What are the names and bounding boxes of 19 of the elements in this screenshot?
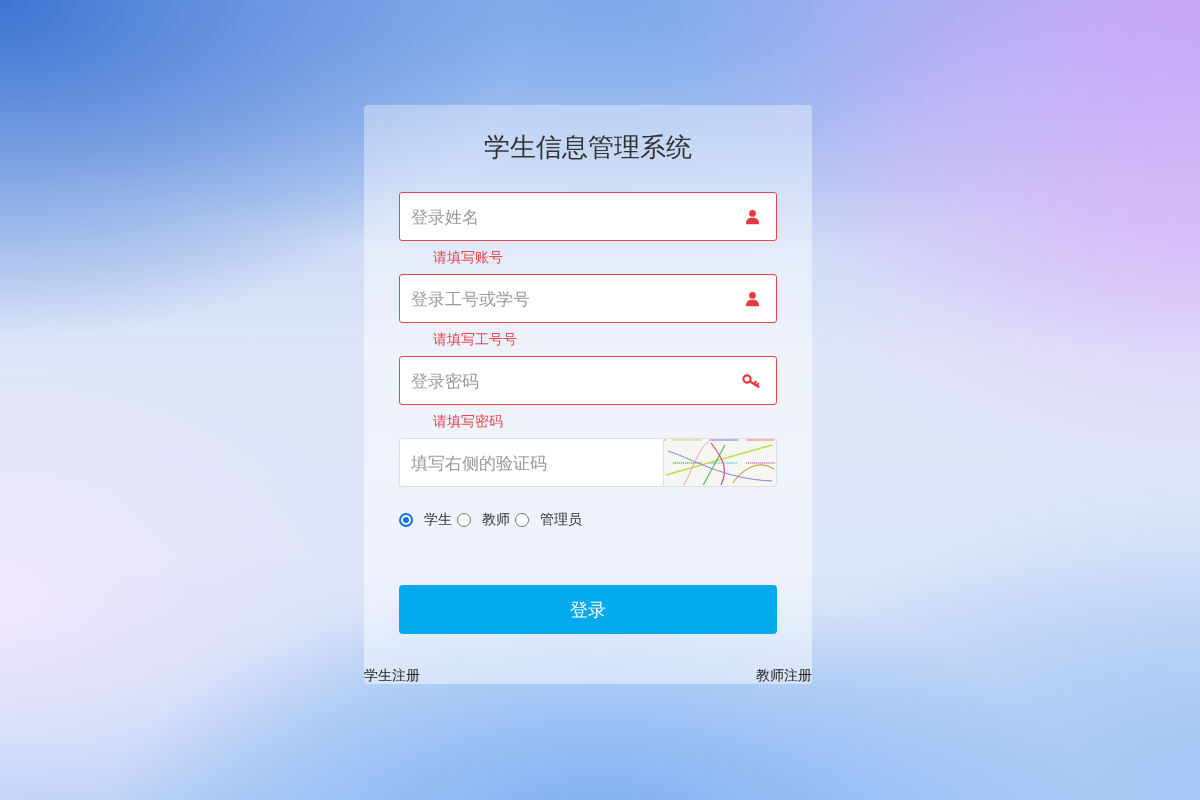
input-field[interactable]: 登录姓名 (399, 192, 777, 241)
error-message: 请填写密码 (432, 412, 504, 431)
page-title: 学生信息管理系统 (483, 131, 693, 164)
key-icon (742, 373, 760, 388)
radio-label[interactable]: 教师 (482, 511, 510, 529)
radio-label[interactable]: 管理员 (540, 511, 582, 529)
user-icon (745, 209, 760, 224)
error-message: 请填写工号号 (432, 330, 518, 349)
radio-label[interactable]: 学生 (424, 511, 452, 529)
register-link[interactable]: 教师注册 (756, 666, 812, 684)
user-icon (745, 291, 760, 306)
error-message: 请填写账号 (432, 248, 504, 267)
captcha-image[interactable] (663, 438, 777, 487)
radio-button[interactable] (515, 513, 529, 527)
input-field[interactable]: 登录工号或学号 (399, 274, 777, 323)
input-field[interactable]: 登录密码 (399, 356, 777, 405)
radio-button[interactable] (399, 513, 413, 527)
register-link[interactable]: 学生注册 (364, 666, 420, 684)
radio-button[interactable] (457, 513, 471, 527)
